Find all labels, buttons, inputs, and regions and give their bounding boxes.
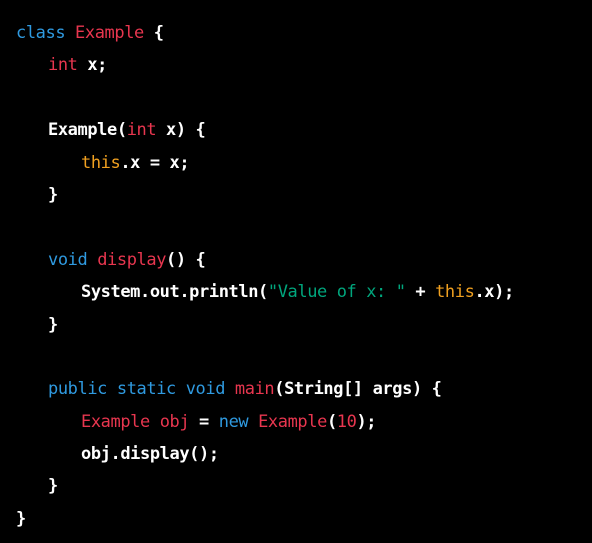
number-literal: 10	[336, 411, 357, 432]
class-name: Example	[81, 411, 150, 432]
code-line-7-blank	[16, 211, 592, 243]
type-int: int	[48, 55, 78, 76]
code-line-8: void display() {	[48, 249, 206, 270]
keyword-void: void	[48, 249, 88, 270]
method-name: display	[97, 249, 167, 270]
keyword-this: this	[435, 282, 475, 303]
code-line-11-blank	[16, 341, 592, 373]
code-line-12: public static void main(String[] args) {	[48, 379, 442, 400]
code-block: class Example { int x; Example(int x) { …	[0, 0, 592, 543]
class-name: Example	[258, 411, 327, 432]
keyword-this: this	[81, 152, 121, 173]
keyword-public: public	[48, 379, 108, 400]
keyword-class: class	[16, 23, 66, 43]
keyword-static: static	[116, 379, 176, 400]
variable-name: obj	[159, 411, 190, 432]
code-line-14: obj.display();	[81, 444, 219, 465]
code-line-4: Example(int x) {	[48, 120, 206, 141]
code-line-16: }	[16, 508, 26, 529]
string-literal: "Value of x: "	[267, 282, 406, 303]
code-line-15: }	[48, 476, 58, 497]
code-line-1: class Example {	[16, 23, 164, 43]
code-line-5: this.x = x;	[81, 152, 190, 173]
code-line-3-blank	[16, 82, 592, 114]
code-line-6: }	[48, 184, 58, 205]
code-line-9: System.out.println("Value of x: " + this…	[81, 282, 514, 303]
code-line-10: }	[48, 314, 58, 335]
keyword-void: void	[185, 379, 226, 400]
type-int: int	[126, 120, 157, 141]
method-name: main	[234, 379, 275, 400]
code-line-2: int x;	[48, 55, 108, 76]
keyword-new: new	[218, 411, 249, 432]
code-line-13: Example obj = new Example(10);	[81, 411, 377, 432]
class-name: Example	[75, 23, 144, 43]
